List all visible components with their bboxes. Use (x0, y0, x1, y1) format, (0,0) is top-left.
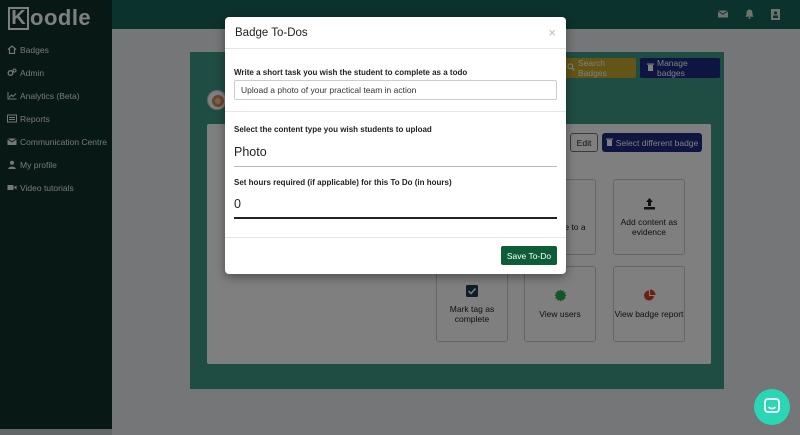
content-type-underline (234, 166, 557, 167)
chat-widget-button[interactable] (754, 389, 790, 425)
hours-label: Set hours required (if applicable) for t… (234, 178, 452, 187)
content-type-label: Select the content type you wish student… (234, 125, 432, 134)
task-input[interactable]: Upload a photo of your practical team in… (234, 80, 557, 100)
save-todo-button[interactable]: Save To-Do (501, 246, 557, 265)
modal-title: Badge To-Dos (235, 26, 308, 39)
task-label: Write a short task you wish the student … (234, 68, 468, 77)
content-type-select[interactable]: Photo (234, 139, 557, 165)
modal-divider (225, 111, 566, 112)
hours-input[interactable]: 0 (234, 191, 557, 217)
close-icon[interactable]: × (548, 25, 556, 40)
hours-underline (234, 217, 557, 219)
modal-footer-divider (225, 237, 566, 238)
badge-todos-modal: Badge To-Dos × Write a short task you wi… (225, 17, 566, 274)
modal-header: Badge To-Dos × (225, 17, 566, 49)
chat-icon (763, 397, 781, 417)
